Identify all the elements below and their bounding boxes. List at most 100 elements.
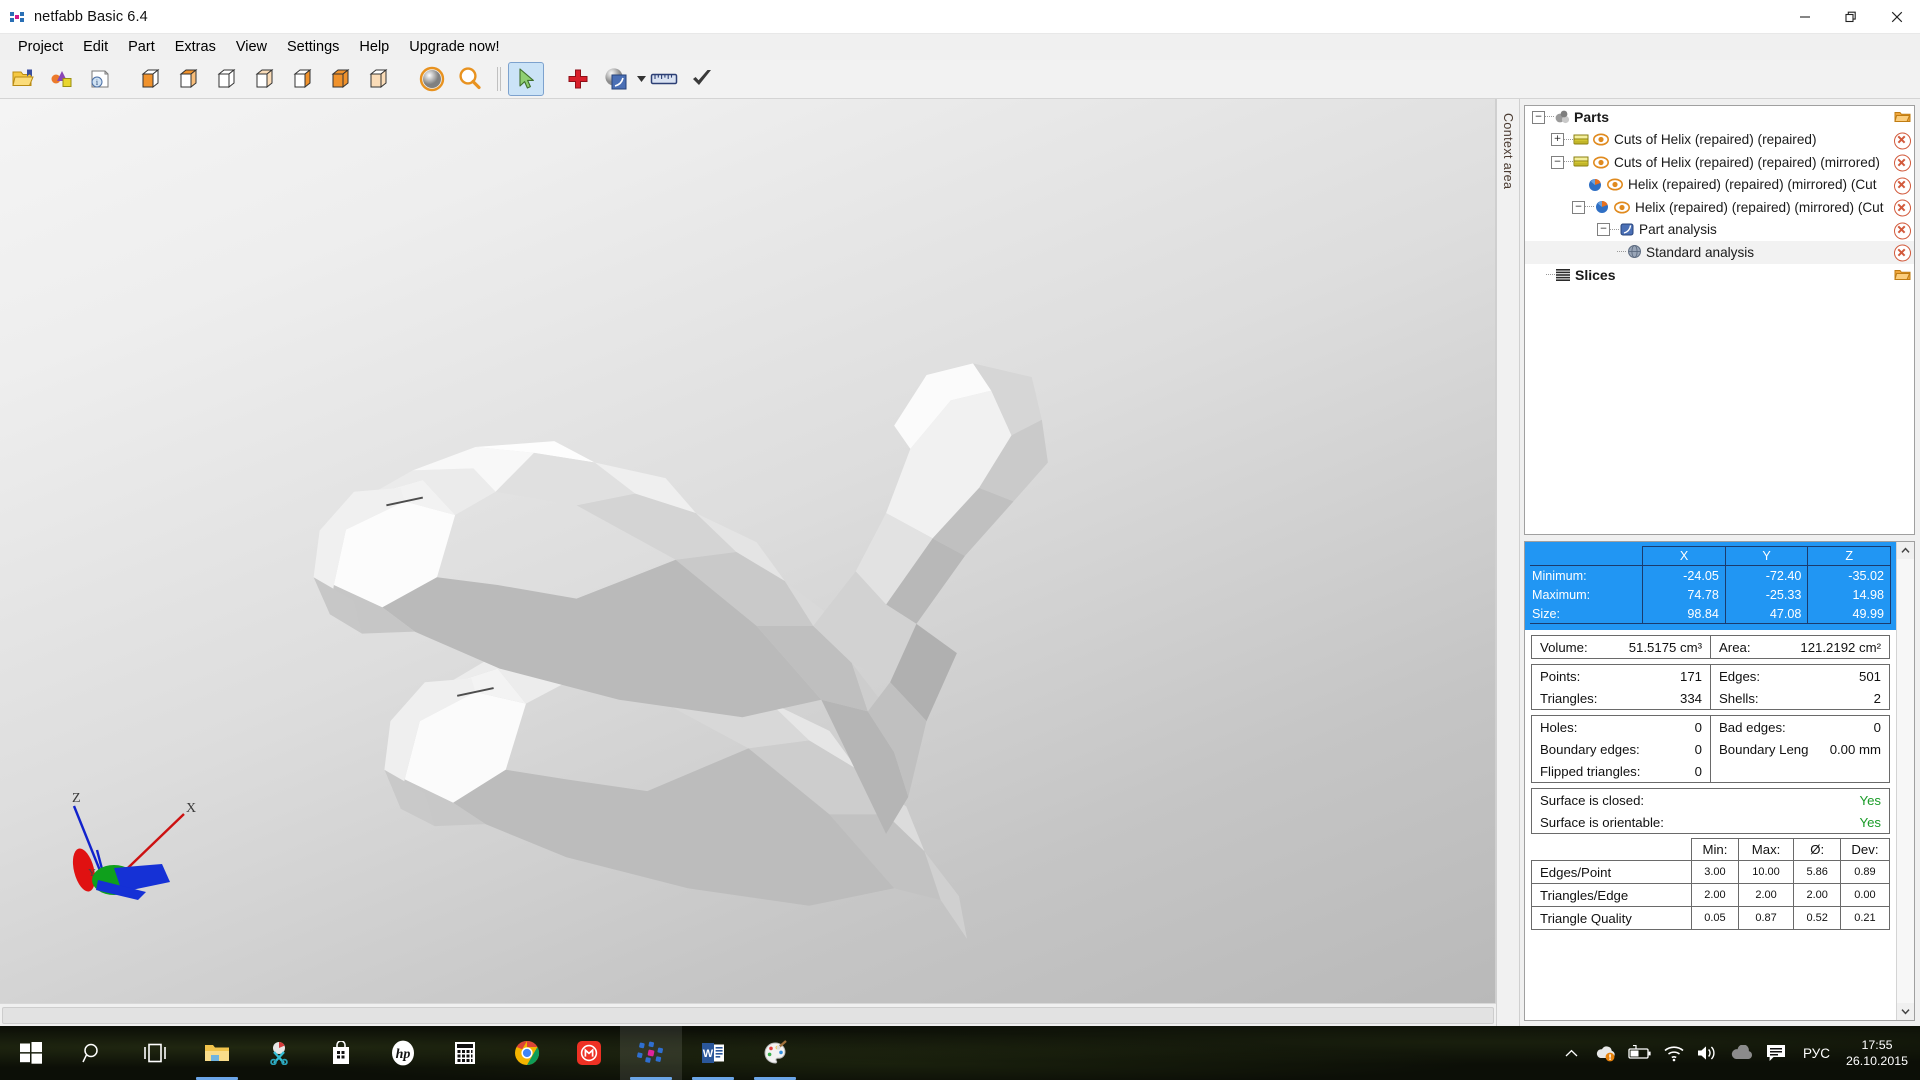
close-button[interactable] [1874,0,1920,33]
hp-app-button[interactable]: hp [372,1026,434,1080]
speaker-icon [1697,1046,1715,1060]
microsoft-store-button[interactable] [310,1026,372,1080]
open-folder-icon[interactable] [1894,110,1911,125]
visibility-eye-icon[interactable] [1614,201,1630,214]
volume-icon[interactable] [1691,1026,1725,1080]
wifi-icon[interactable] [1657,1026,1691,1080]
repair-part-button[interactable] [560,62,596,96]
application-window: netfabb Basic 6.4 Project Edit Part Extr… [0,0,1920,1026]
view-top-button[interactable] [172,62,208,96]
status-badge: Yes [1859,792,1881,808]
scrollbar-track[interactable] [1897,559,1914,1003]
search-button[interactable] [62,1026,124,1080]
menu-settings[interactable]: Settings [278,36,348,58]
tree-node-parts[interactable]: − Parts [1525,106,1914,129]
y-axis-label: Y [88,867,96,879]
tree-toggle-collapse[interactable]: − [1551,155,1564,169]
remove-icon[interactable] [1894,244,1911,262]
apply-repair-button[interactable] [684,62,720,96]
show-hidden-icons-button[interactable] [1555,1026,1589,1080]
render-shaded-button[interactable] [414,62,450,96]
battery-icon[interactable] [1623,1026,1657,1080]
visibility-eye-icon[interactable] [1607,178,1623,191]
analysis-info-panel: X Y Z Minimum: -24.05 -72.40 -35.02 Maxi… [1524,541,1915,1021]
tree-toggle-expand[interactable]: + [1551,133,1564,147]
ruler-icon [650,73,678,85]
menu-edit[interactable]: Edit [74,36,117,58]
field-value: 2 [1873,690,1881,706]
zoom-button[interactable] [452,62,488,96]
add-part-button[interactable] [44,62,80,96]
remove-icon[interactable] [1894,199,1911,217]
scrollbar-thumb[interactable] [2,1007,1494,1024]
open-folder-icon[interactable] [1894,267,1911,282]
snipping-tool-button[interactable] [248,1026,310,1080]
view-left-button[interactable] [286,62,322,96]
view-iso-button[interactable] [134,62,170,96]
remove-icon[interactable] [1894,177,1911,195]
start-button[interactable] [0,1026,62,1080]
context-area-tab[interactable]: Context area [1496,99,1520,1026]
scroll-up-button[interactable] [1897,542,1914,559]
open-project-button[interactable] [6,62,42,96]
word-button[interactable]: W [682,1026,744,1080]
window-title: netfabb Basic 6.4 [34,8,148,25]
analysis-button[interactable] [598,62,634,96]
onedrive-icon[interactable] [1725,1026,1759,1080]
view-back-button[interactable] [248,62,284,96]
scroll-down-button[interactable] [1897,1003,1914,1020]
minimize-button[interactable] [1782,0,1828,33]
tree-node-helix-shell-1[interactable]: Helix (repaired) (repaired) (mirrored) (… [1525,174,1914,197]
visibility-eye-icon[interactable] [1593,156,1609,169]
action-center-button[interactable] [1759,1026,1793,1080]
remove-icon[interactable] [1894,154,1911,172]
tree-node-standard-analysis[interactable]: Standard analysis [1525,241,1914,264]
tree-node-part-analysis[interactable]: − Part analysis [1525,219,1914,242]
parts-tree[interactable]: − Parts + Cuts of Helix (repaired) (repa… [1524,105,1915,535]
menu-view[interactable]: View [227,36,276,58]
tree-toggle-collapse[interactable]: − [1572,200,1585,214]
file-explorer-button[interactable] [186,1026,248,1080]
view-front-button[interactable] [210,62,246,96]
paint-button[interactable] [744,1026,806,1080]
tree-toggle-collapse[interactable]: − [1532,110,1545,124]
tree-toggle-collapse[interactable]: − [1597,223,1610,237]
view-right-button[interactable] [324,62,360,96]
analysis-panel-scrollbar[interactable] [1896,542,1914,1020]
makerbot-button[interactable] [558,1026,620,1080]
field-value: 0.00 mm [1829,741,1881,757]
menu-project[interactable]: Project [9,36,72,58]
part-info-button[interactable]: i [82,62,118,96]
tree-node-cuts-of-helix-2[interactable]: − Cuts of Helix (repaired) (repaired) (m… [1525,151,1914,174]
shells-field: Shells: 2 [1711,687,1889,709]
menu-upgrade-now[interactable]: Upgrade now! [400,36,508,58]
viewport-horizontal-scrollbar[interactable] [0,1003,1496,1026]
remove-icon[interactable] [1894,222,1911,240]
triangles-field: Triangles: 334 [1532,687,1710,709]
select-tool-button[interactable] [508,62,544,96]
menu-help[interactable]: Help [350,36,398,58]
3d-viewport[interactable]: Z X Y [0,99,1496,1003]
maximize-button[interactable] [1828,0,1874,33]
view-cube-iso-icon [141,68,160,89]
tree-node-slices[interactable]: Slices [1525,264,1914,287]
task-view-button[interactable] [124,1026,186,1080]
remove-icon[interactable] [1894,132,1911,150]
tree-label: Parts [1574,109,1610,126]
visibility-eye-icon[interactable] [1593,133,1609,146]
volume-area-group: Volume: 51.5175 cm³ Area: 121.2192 cm² [1531,635,1890,659]
tree-node-helix-shell-2[interactable]: − Helix (repaired) (repaired) (mirrored)… [1525,196,1914,219]
language-indicator[interactable]: РУС [1793,1046,1840,1061]
chrome-button[interactable] [496,1026,558,1080]
tree-node-cuts-of-helix-1[interactable]: + Cuts of Helix (repaired) (repaired) [1525,129,1914,152]
analysis-dropdown-button[interactable] [636,66,646,92]
menu-extras[interactable]: Extras [166,36,225,58]
clock[interactable]: 17:55 26.10.2015 [1840,1037,1920,1069]
menu-part[interactable]: Part [119,36,164,58]
view-bottom-button[interactable] [362,62,398,96]
edges-field: Edges: 501 [1711,665,1889,687]
netfabb-button[interactable] [620,1026,682,1080]
calculator-button[interactable] [434,1026,496,1080]
onedrive-warning-icon[interactable] [1589,1026,1623,1080]
measure-button[interactable] [646,62,682,96]
